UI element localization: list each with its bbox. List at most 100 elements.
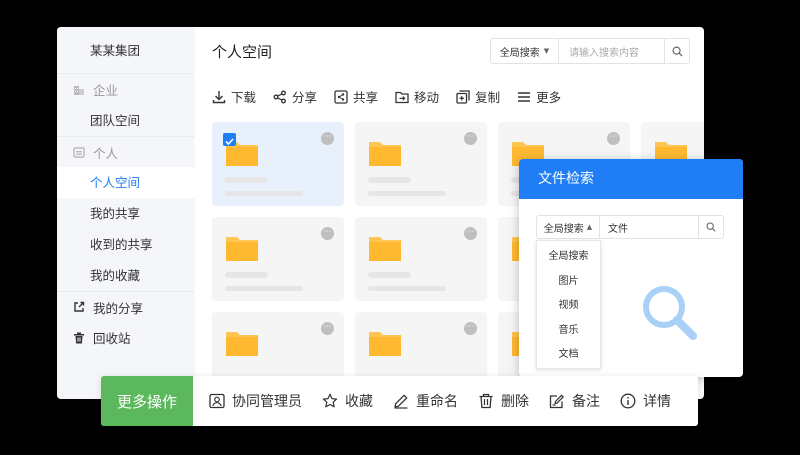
folder-icon [226, 237, 258, 261]
cowork-share-button[interactable]: 共享 [334, 87, 378, 106]
placeholder-line [225, 177, 268, 183]
placeholder-line [225, 191, 303, 196]
copy-button[interactable]: 复制 [456, 87, 500, 106]
copy-icon [456, 89, 470, 104]
toolbar-label: 更多 [536, 90, 562, 105]
more-dots-icon[interactable]: ··· [321, 132, 334, 145]
page-title: 个人空间 [212, 43, 273, 61]
dialog-scope-select[interactable]: 全局搜索 ▲ [537, 216, 600, 238]
sidebar-item-personal-space[interactable]: 个人空间 [57, 167, 195, 198]
toolbar-label: 共享 [353, 90, 379, 105]
details-button[interactable]: 详情 [620, 391, 671, 411]
placeholder-line [368, 177, 411, 183]
search-icon [706, 222, 716, 232]
dropdown-option[interactable]: 全局搜索 [537, 245, 600, 270]
action-bar: 更多操作 协同管理员 收藏 重命名 删除 备注 详情 [101, 376, 698, 426]
share-icon [273, 90, 286, 103]
magnifier-illustration-icon [643, 286, 697, 340]
action-label: 删除 [501, 394, 529, 410]
more-dots-icon[interactable]: ··· [607, 132, 620, 145]
trash-icon [479, 393, 493, 409]
placeholder-line [225, 272, 268, 278]
action-label: 协同管理员 [232, 394, 302, 410]
share-out-icon [73, 301, 85, 313]
sidebar-item-recycle[interactable]: 回收站 [57, 322, 195, 353]
search-input[interactable]: 请输入搜索内容 [559, 39, 665, 63]
download-button[interactable]: 下载 [212, 87, 256, 106]
org-name[interactable]: 某某集团 [57, 27, 195, 74]
caret-down-icon: ▼ [543, 47, 550, 55]
toolbar-label: 复制 [475, 90, 501, 105]
dropdown-option[interactable]: 音乐 [537, 319, 600, 344]
sidebar-item-team-space[interactable]: 团队空间 [57, 105, 195, 136]
placeholder-line [225, 286, 303, 291]
dialog-search-button[interactable] [699, 216, 723, 238]
dropdown-option[interactable]: 图片 [537, 270, 600, 295]
folder-card[interactable]: ··· [212, 217, 344, 301]
share-square-icon [334, 89, 348, 104]
folder-icon [226, 332, 258, 356]
more-dots-icon[interactable]: ··· [464, 227, 477, 240]
dialog-search-bar: 全局搜索 ▲ 文件 [536, 215, 724, 239]
share-button[interactable]: 分享 [273, 87, 317, 106]
scope-label: 全局搜索 [499, 47, 540, 59]
person-folder-icon [73, 146, 85, 158]
action-label: 收藏 [345, 394, 373, 410]
action-label: 重命名 [416, 394, 458, 410]
section-label: 企业 [93, 83, 119, 98]
dropdown-option[interactable]: 文档 [537, 343, 600, 368]
caret-up-icon: ▲ [586, 223, 593, 231]
search-button[interactable] [665, 39, 689, 63]
folder-card[interactable]: ··· [355, 122, 487, 206]
toolbar-label: 移动 [414, 90, 440, 105]
co-admin-button[interactable]: 协同管理员 [209, 391, 302, 411]
search-icon [672, 46, 683, 57]
download-icon [212, 90, 226, 103]
move-button[interactable]: 移动 [395, 87, 439, 106]
pencil-icon [394, 394, 408, 409]
scope-dropdown: 全局搜索 图片 视频 音乐 文档 [536, 240, 601, 369]
search-scope-select[interactable]: 全局搜索 ▼ [491, 39, 559, 63]
check-icon [225, 138, 234, 146]
sidebar-label: 回收站 [93, 331, 131, 346]
sidebar-item-my-shared[interactable]: 我的共享 [57, 198, 195, 229]
action-label: 详情 [643, 394, 671, 410]
more-actions-button[interactable]: 更多操作 [101, 376, 193, 426]
star-icon [322, 393, 338, 408]
toolbar-label: 下载 [231, 90, 257, 105]
sidebar-item-received-shared[interactable]: 收到的共享 [57, 229, 195, 260]
rename-button[interactable]: 重命名 [393, 391, 458, 411]
more-dots-icon[interactable]: ··· [464, 322, 477, 335]
dialog-search-input[interactable]: 文件 [600, 216, 699, 238]
folder-card[interactable]: ··· [212, 122, 344, 206]
more-dots-icon[interactable]: ··· [321, 322, 334, 335]
section-label: 个人 [93, 145, 119, 161]
section-enterprise: 企业 [57, 74, 195, 105]
favorite-button[interactable]: 收藏 [322, 391, 373, 411]
folder-card[interactable]: ··· [355, 217, 487, 301]
placeholder-line [368, 191, 446, 196]
note-button[interactable]: 备注 [549, 391, 600, 411]
more-button[interactable]: 更多 [517, 87, 561, 106]
building-icon [73, 84, 85, 96]
scope-label: 全局搜索 [543, 223, 584, 235]
placeholder-line [368, 286, 446, 291]
toolbar-label: 分享 [292, 90, 318, 105]
move-folder-icon [395, 91, 409, 103]
section-personal: 个人 [57, 136, 195, 167]
more-dots-icon[interactable]: ··· [321, 227, 334, 240]
file-search-dialog: 文件检索 全局搜索 ▲ 文件 全局搜索 图片 视频 音乐 文档 [519, 159, 743, 377]
sidebar-label: 我的分享 [93, 300, 144, 316]
dialog-title: 文件检索 [519, 159, 743, 199]
delete-button[interactable]: 删除 [478, 391, 529, 411]
info-icon [620, 393, 636, 409]
sidebar-item-favorites[interactable]: 我的收藏 [57, 260, 195, 291]
edit-note-icon [549, 394, 564, 409]
checkbox[interactable] [223, 133, 236, 146]
dropdown-option[interactable]: 视频 [537, 294, 600, 319]
placeholder-line [368, 272, 411, 278]
sidebar-item-my-share[interactable]: 我的分享 [57, 291, 195, 322]
menu-icon [518, 91, 531, 102]
more-dots-icon[interactable]: ··· [464, 132, 477, 145]
folder-icon [369, 237, 401, 261]
